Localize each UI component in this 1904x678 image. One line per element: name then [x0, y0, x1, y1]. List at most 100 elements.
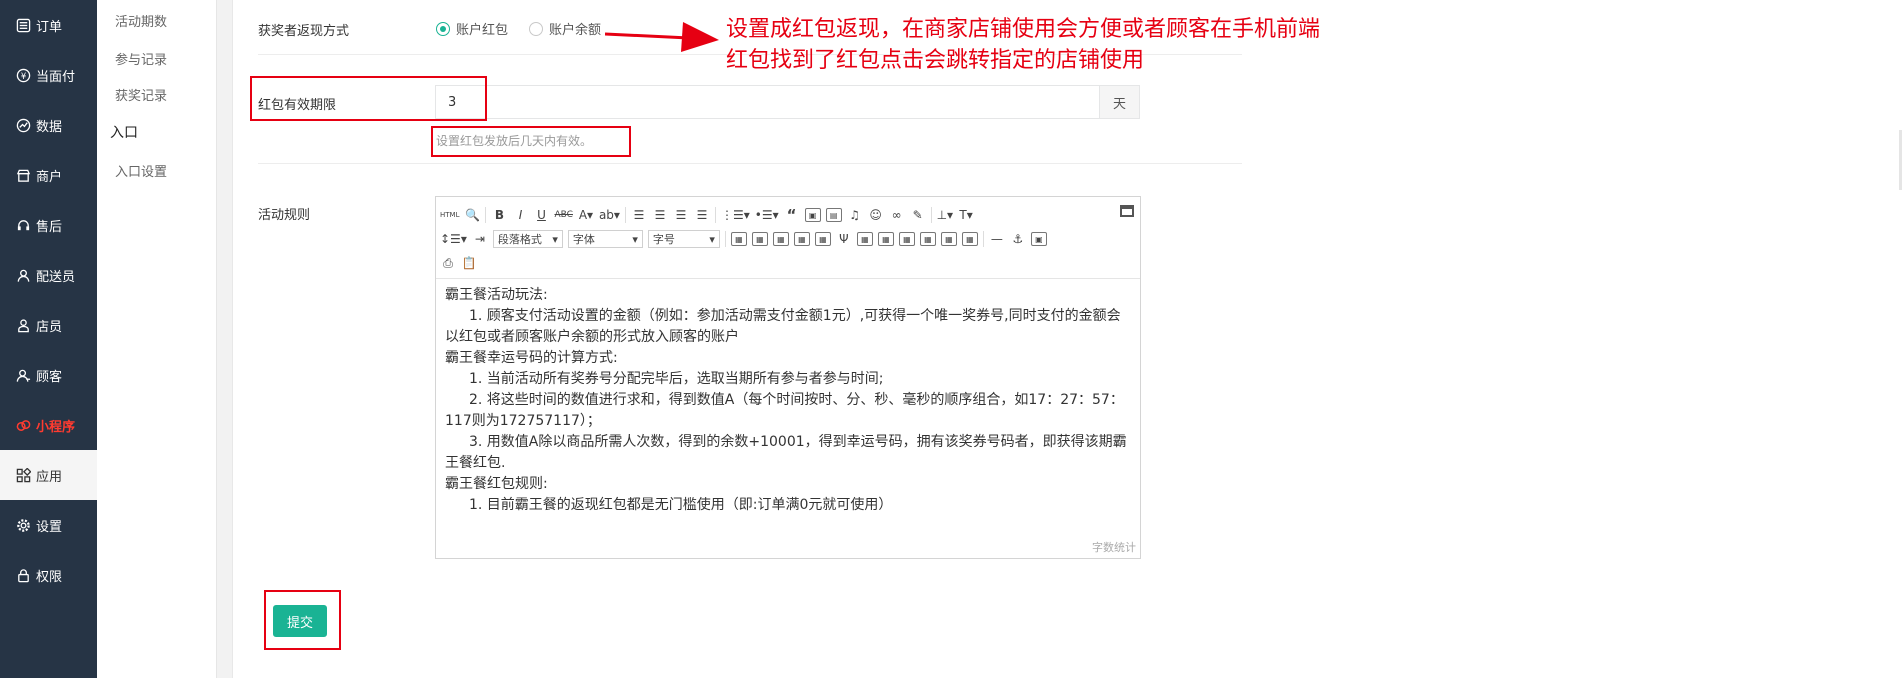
validity-days-input[interactable] [435, 85, 1100, 119]
underline-icon[interactable]: U [533, 206, 549, 224]
merge-down-icon[interactable]: ▦ [898, 232, 915, 246]
music-icon[interactable]: ♫ [847, 206, 863, 224]
svg-text:¥: ¥ [21, 70, 27, 80]
toolbar-separator [624, 207, 626, 223]
font-color-icon[interactable]: A▾ [578, 206, 594, 224]
table-col-right-icon[interactable]: ▦ [814, 232, 831, 246]
font-size-select[interactable]: 字号 ▾ [647, 230, 720, 248]
user-icon [16, 268, 31, 283]
sub-navigation: 活动期数 参与记录 获奖记录 入口 入口设置 [97, 0, 217, 678]
italic-icon[interactable]: I [512, 206, 528, 224]
anchor-icon[interactable]: ⚓ [1010, 230, 1026, 248]
subnav-item-award-records[interactable]: 获奖记录 [97, 76, 216, 112]
validity-unit-addon: 天 [1100, 85, 1140, 119]
print-icon[interactable]: ⎙ [440, 254, 456, 272]
sidebar-item-merchants[interactable]: 商户 [0, 150, 97, 200]
radio-account-redpack[interactable]: 账户红包 [436, 19, 508, 38]
split-cols-icon[interactable]: ▦ [961, 232, 978, 246]
highlight-icon[interactable]: ab▾ [599, 206, 620, 224]
sidebar-item-label: 设置 [36, 519, 63, 535]
sidebar-item-label: 小程序 [36, 419, 76, 435]
toolbar-separator [930, 207, 932, 223]
fullscreen-icon[interactable] [1120, 205, 1134, 217]
text-align-menu-icon[interactable]: ⊥▾ [937, 206, 953, 224]
annotation-box-submit [264, 590, 341, 650]
editor-toolbar: HTML 🔍 B I U ABC A▾ ab▾ ☰ ☰ ☰ ☰ ⋮☰▾ •☰▾ … [436, 197, 1140, 279]
unordered-list-icon[interactable]: •☰▾ [755, 206, 779, 224]
subnav-item-periods[interactable]: 活动期数 [97, 0, 216, 40]
align-justify-icon[interactable]: ☰ [694, 206, 710, 224]
sidebar-item-miniprogram[interactable]: 小程序 [0, 400, 97, 450]
video-icon[interactable]: ▤ [825, 208, 842, 222]
align-center-icon[interactable]: ☰ [652, 206, 668, 224]
rules-paragraph: 霸王餐幸运号码的计算方式: [445, 350, 618, 366]
chevron-down-icon: ▾ [632, 232, 638, 246]
gear-icon [16, 518, 31, 533]
align-right-icon[interactable]: ☰ [673, 206, 689, 224]
sidebar-item-orders[interactable]: 订单 [0, 0, 97, 50]
blockquote-icon[interactable]: “ [784, 206, 800, 224]
eraser-icon[interactable]: ✎ [910, 206, 926, 224]
miniprogram-icon [16, 418, 31, 433]
subnav-item-participation-records[interactable]: 参与记录 [97, 40, 216, 76]
sidebar-item-label: 当面付 [36, 69, 76, 85]
link-icon[interactable]: ∞ [889, 206, 905, 224]
split-cells-icon[interactable]: ▦ [919, 232, 936, 246]
chevron-down-icon: ▾ [709, 232, 715, 246]
radio-label: 账户余额 [549, 23, 602, 38]
strikethrough-icon[interactable]: ABC [554, 206, 572, 224]
table-row-above-icon[interactable]: ▦ [751, 232, 768, 246]
subnav-item-entry-settings[interactable]: 入口设置 [97, 152, 216, 188]
scrollbar[interactable] [1899, 130, 1902, 190]
merge-cells-icon[interactable]: ▦ [856, 232, 873, 246]
ordered-list-icon[interactable]: ⋮☰▾ [721, 206, 750, 224]
main-sidebar: 订单 ¥ 当面付 数据 商户 售后 配送员 店员 顾客 小程序 应用 设置 权限 [0, 0, 97, 678]
image-icon[interactable]: ▣ [804, 208, 821, 222]
html-source-icon[interactable]: HTML [440, 206, 459, 224]
row-spacing-icon[interactable]: T▾ [958, 206, 974, 224]
font-family-select[interactable]: 字体 ▾ [567, 230, 643, 248]
toolbar-separator [982, 231, 984, 247]
insert-image-icon[interactable]: ▣ [1030, 232, 1047, 246]
sidebar-item-label: 应用 [36, 469, 63, 485]
radio-account-balance[interactable]: 账户余额 [529, 19, 601, 38]
toolbar-separator [485, 207, 487, 223]
radio-dot-unchecked[interactable] [529, 21, 543, 36]
annotation-text-line1: 设置成红包返现，在商家店铺使用会方便或者顾客在手机前端 [726, 17, 1321, 42]
sidebar-item-after-sales[interactable]: 售后 [0, 200, 97, 250]
annotation-arrow [605, 22, 719, 52]
sidebar-item-data[interactable]: 数据 [0, 100, 97, 150]
paste-icon[interactable]: 📋 [461, 254, 477, 272]
paragraph-format-select[interactable]: 段落格式 ▾ [492, 230, 563, 248]
line-height-icon[interactable]: ↕☰▾ [440, 230, 467, 248]
headset-icon [16, 218, 31, 233]
radio-dot-checked[interactable] [436, 21, 450, 36]
insert-table-icon[interactable]: ▦ [730, 232, 747, 246]
font-size-value: 字号 [652, 233, 675, 246]
sidebar-item-couriers[interactable]: 配送员 [0, 250, 97, 300]
sidebar-item-settings[interactable]: 设置 [0, 500, 97, 550]
table-row-below-icon[interactable]: ▦ [772, 232, 789, 246]
coin-icon: ¥ [16, 68, 31, 83]
sidebar-item-staff[interactable]: 店员 [0, 300, 97, 350]
staff-icon [16, 318, 31, 333]
customer-icon [16, 368, 31, 383]
sidebar-item-apps[interactable]: 应用 [0, 450, 97, 500]
sidebar-item-label: 商户 [36, 169, 63, 185]
align-left-icon[interactable]: ☰ [631, 206, 647, 224]
table-split-icon[interactable]: Ψ [836, 230, 852, 248]
sidebar-item-customers[interactable]: 顾客 [0, 350, 97, 400]
split-rows-icon[interactable]: ▦ [940, 232, 957, 246]
horizontal-rule-icon[interactable]: — [989, 230, 1005, 248]
emoji-icon[interactable]: ☺ [868, 206, 884, 224]
indent-icon[interactable]: ⇥ [472, 230, 488, 248]
editor-content[interactable]: 霸王餐活动玩法: 1. 顾客支付活动设置的金额（例如：参加活动需支付金额1元）,… [436, 279, 1140, 540]
sidebar-item-permissions[interactable]: 权限 [0, 550, 97, 600]
sidebar-item-face-pay[interactable]: ¥ 当面付 [0, 50, 97, 100]
preview-icon[interactable]: 🔍 [464, 206, 480, 224]
bold-icon[interactable]: B [491, 206, 507, 224]
rules-paragraph: 1. 目前霸王餐的返现红包都是无门槛使用（即:订单满0元就可使用） [469, 497, 893, 513]
table-col-left-icon[interactable]: ▦ [793, 232, 810, 246]
font-family-value: 字体 [572, 233, 595, 246]
merge-right-icon[interactable]: ▦ [877, 232, 894, 246]
